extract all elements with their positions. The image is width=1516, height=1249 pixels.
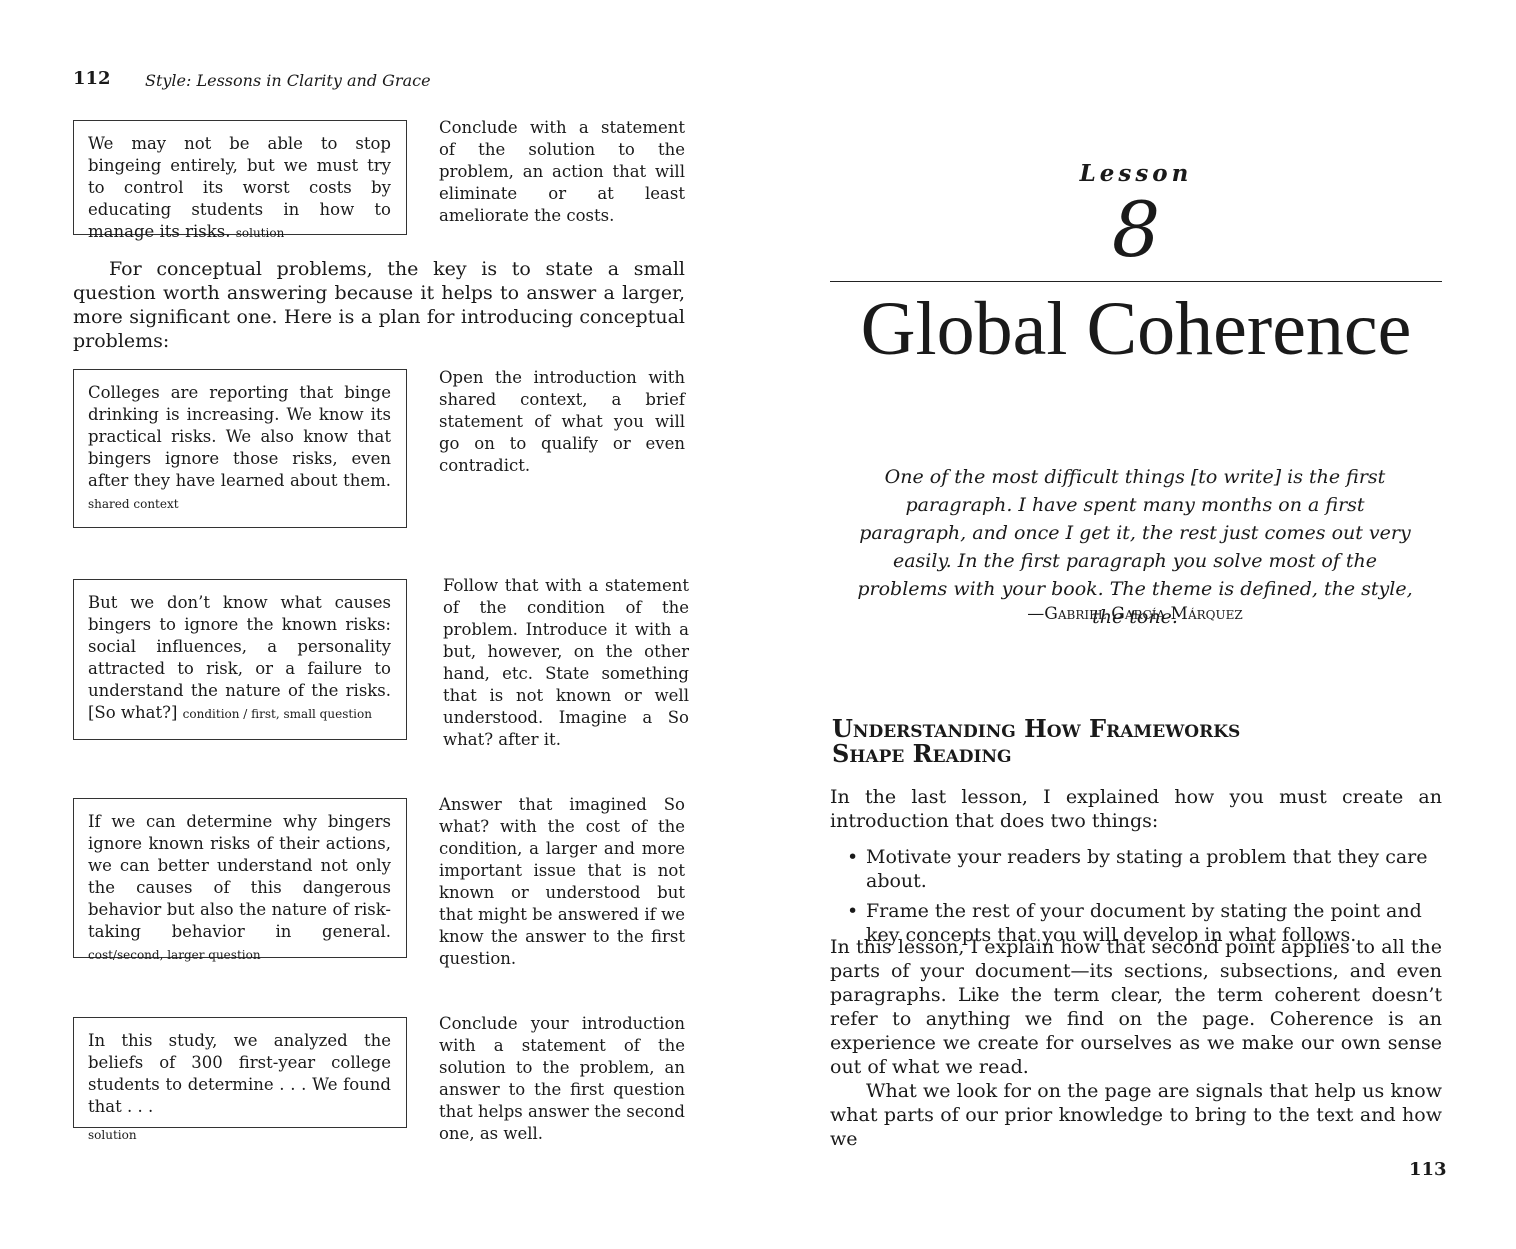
example-tag: cost/second, larger question — [88, 948, 261, 962]
section-heading-line: Understanding How Frameworks — [832, 714, 1241, 743]
example-tag: shared context — [88, 497, 179, 511]
chapter-title: Global Coherence — [860, 287, 1412, 371]
example-text: In this study, we analyzed the beliefs o… — [88, 1031, 391, 1116]
body-paragraph: In the last lesson, I explained how you … — [830, 786, 1442, 832]
example-box-cost: If we can determine why bingers ignore k… — [73, 798, 407, 962]
margin-note: Open the introduction with shared contex… — [439, 368, 685, 475]
margin-note: Conclude your introduction with a statem… — [439, 1014, 685, 1143]
page-number-right: 113 — [1409, 1159, 1447, 1180]
epigraph-attribution: —Gabriel García Márquez — [1027, 604, 1243, 624]
body-paragraph: What we look for on the page are signals… — [830, 1080, 1442, 1150]
body-paragraph: For conceptual problems, the key is to s… — [73, 258, 685, 352]
section-heading: Understanding How Frameworks Shape Readi… — [832, 716, 1432, 766]
list-item: Motivate your readers by stating a probl… — [845, 845, 1445, 893]
margin-note: Conclude with a statement of the solutio… — [439, 118, 685, 225]
lesson-label: Lesson — [1079, 160, 1193, 187]
title-rule — [830, 281, 1442, 282]
margin-note: Answer that imagined So what? with the c… — [439, 795, 685, 968]
example-tag: condition / first, small question — [182, 707, 372, 721]
page-number-left: 112 — [73, 68, 111, 89]
example-box-solution-2: In this study, we analyzed the beliefs o… — [73, 1017, 407, 1142]
example-box-shared-context: Colleges are reporting that binge drinki… — [73, 369, 407, 528]
example-text: We may not be able to stop bingeing enti… — [88, 134, 391, 241]
example-text: Colleges are reporting that binge drinki… — [88, 383, 391, 490]
example-text: If we can determine why bingers ignore k… — [88, 812, 391, 941]
example-text: But we don’t know what causes bingers to… — [88, 593, 391, 722]
example-tag: solution — [235, 226, 285, 240]
section-heading-line: Shape Reading — [832, 739, 1012, 768]
margin-note: Follow that with a statement of the cond… — [443, 576, 689, 749]
example-box-solution: We may not be able to stop bingeing enti… — [73, 120, 407, 241]
example-tag: solution — [88, 1128, 137, 1142]
body-paragraph: In this lesson, I explain how that secon… — [830, 936, 1442, 1078]
example-box-condition: But we don’t know what causes bingers to… — [73, 579, 407, 740]
lesson-number: 8 — [1111, 185, 1161, 274]
running-head: Style: Lessons in Clarity and Grace — [145, 71, 431, 90]
